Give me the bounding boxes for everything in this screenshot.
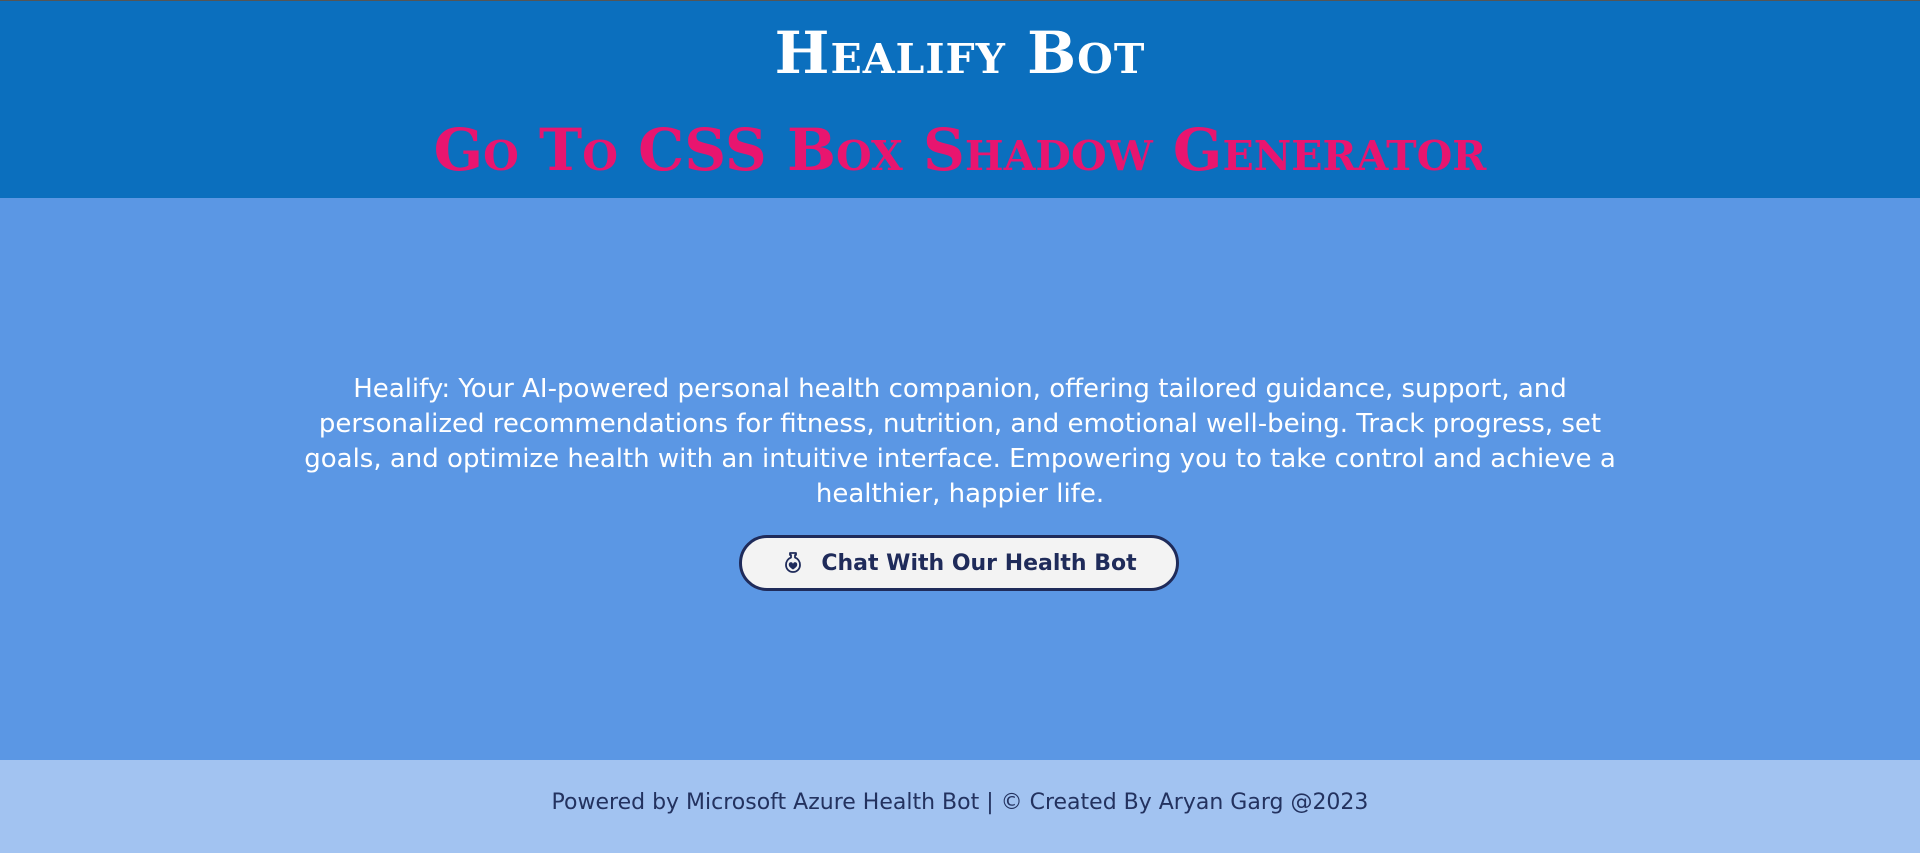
chat-button-label: Chat With Our Health Bot — [821, 550, 1137, 576]
footer-credits: Powered by Microsoft Azure Health Bot | … — [551, 790, 1369, 815]
site-title: Healify Bot — [774, 19, 1146, 87]
site-footer: Powered by Microsoft Azure Health Bot | … — [0, 760, 1920, 853]
chat-with-bot-button[interactable]: Chat With Our Health Bot — [739, 535, 1179, 591]
heart-potion-icon — [781, 551, 805, 575]
box-shadow-generator-link[interactable]: Go To CSS Box Shadow Generator — [0, 111, 1920, 189]
site-header: Healify Bot Go To CSS Box Shadow Generat… — [0, 1, 1920, 198]
app-description: Healify: Your AI-powered personal health… — [304, 374, 1616, 509]
hero-section: Healify: Your AI-powered personal health… — [0, 198, 1920, 760]
